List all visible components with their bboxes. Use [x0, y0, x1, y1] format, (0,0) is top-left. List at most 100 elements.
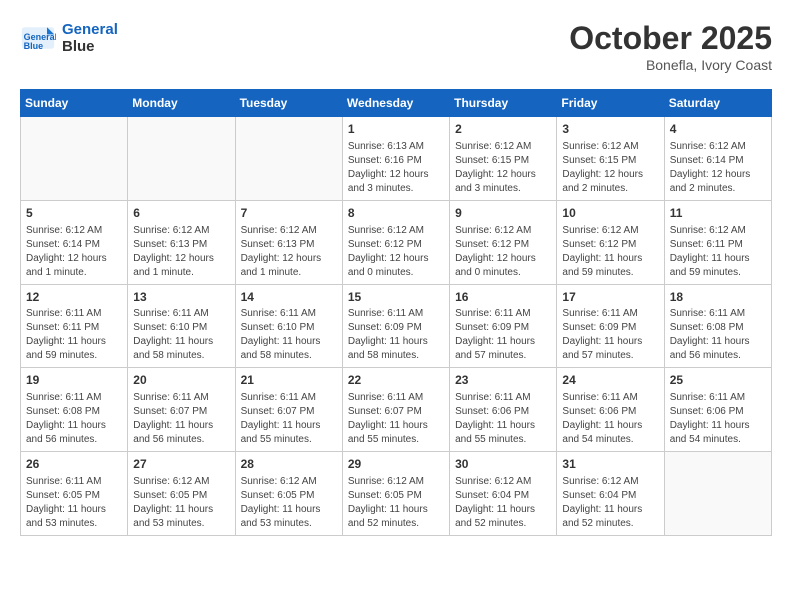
calendar-week-row: 26Sunrise: 6:11 AM Sunset: 6:05 PM Dayli… [21, 452, 772, 536]
day-info: Sunrise: 6:12 AM Sunset: 6:04 PM Dayligh… [455, 475, 551, 531]
weekday-header-tuesday: Tuesday [235, 90, 342, 117]
day-info: Sunrise: 6:11 AM Sunset: 6:07 PM Dayligh… [348, 391, 444, 447]
weekday-header-wednesday: Wednesday [342, 90, 449, 117]
calendar-day-cell: 16Sunrise: 6:11 AM Sunset: 6:09 PM Dayli… [450, 284, 557, 368]
day-info: Sunrise: 6:12 AM Sunset: 6:12 PM Dayligh… [562, 224, 658, 280]
calendar-day-cell: 26Sunrise: 6:11 AM Sunset: 6:05 PM Dayli… [21, 452, 128, 536]
day-number: 1 [348, 121, 444, 138]
calendar-day-cell: 8 Sunrise: 6:12 AM Sunset: 6:12 PM Daylig… [342, 200, 449, 284]
calendar-day-cell: 30Sunrise: 6:12 AM Sunset: 6:04 PM Dayli… [450, 452, 557, 536]
calendar-day-cell: 18Sunrise: 6:11 AM Sunset: 6:08 PM Dayli… [664, 284, 771, 368]
calendar-day-cell: 2 Sunrise: 6:12 AM Sunset: 6:15 PM Daylig… [450, 117, 557, 201]
calendar-day-cell [235, 117, 342, 201]
day-number: 5 [26, 205, 122, 222]
day-number: 22 [348, 372, 444, 389]
day-number: 9 [455, 205, 551, 222]
day-info: Sunrise: 6:12 AM Sunset: 6:12 PM Dayligh… [348, 224, 444, 280]
calendar-day-cell: 21 Sunrise: 6:11 AM Sunset: 6:07 PM Dayli… [235, 368, 342, 452]
day-number: 4 [670, 121, 766, 138]
calendar-week-row: 1 Sunrise: 6:13 AM Sunset: 6:16 PM Daylig… [21, 117, 772, 201]
calendar-day-cell: 10 Sunrise: 6:12 AM Sunset: 6:12 PM Dayli… [557, 200, 664, 284]
calendar-day-cell: 28Sunrise: 6:12 AM Sunset: 6:05 PM Dayli… [235, 452, 342, 536]
calendar-day-cell [21, 117, 128, 201]
weekday-header-saturday: Saturday [664, 90, 771, 117]
day-number: 10 [562, 205, 658, 222]
calendar-table: SundayMondayTuesdayWednesdayThursdayFrid… [20, 89, 772, 536]
day-info: Sunrise: 6:11 AM Sunset: 6:06 PM Dayligh… [670, 391, 766, 447]
calendar-day-cell: 29 Sunrise: 6:12 AM Sunset: 6:05 PM Dayli… [342, 452, 449, 536]
calendar-week-row: 5 Sunrise: 6:12 AM Sunset: 6:14 PM Daylig… [21, 200, 772, 284]
day-info: Sunrise: 6:12 AM Sunset: 6:12 PM Dayligh… [455, 224, 551, 280]
day-number: 19 [26, 372, 122, 389]
calendar-day-cell: 23 Sunrise: 6:11 AM Sunset: 6:06 PM Dayli… [450, 368, 557, 452]
day-number: 8 [348, 205, 444, 222]
day-info: Sunrise: 6:12 AM Sunset: 6:11 PM Dayligh… [670, 224, 766, 280]
day-info: Sunrise: 6:11 AM Sunset: 6:07 PM Dayligh… [241, 391, 337, 447]
day-info: Sunrise: 6:11 AM Sunset: 6:07 PM Dayligh… [133, 391, 229, 447]
title-block: October 2025 Bonefla, Ivory Coast [569, 20, 772, 73]
logo: General Blue GeneralBlue [20, 20, 118, 56]
day-info: Sunrise: 6:11 AM Sunset: 6:06 PM Dayligh… [562, 391, 658, 447]
day-info: Sunrise: 6:12 AM Sunset: 6:15 PM Dayligh… [562, 140, 658, 196]
calendar-day-cell: 9 Sunrise: 6:12 AM Sunset: 6:12 PM Daylig… [450, 200, 557, 284]
day-number: 7 [241, 205, 337, 222]
day-number: 23 [455, 372, 551, 389]
calendar-day-cell: 1 Sunrise: 6:13 AM Sunset: 6:16 PM Daylig… [342, 117, 449, 201]
day-number: 17 [562, 289, 658, 306]
day-info: Sunrise: 6:12 AM Sunset: 6:13 PM Dayligh… [241, 224, 337, 280]
day-number: 14 [241, 289, 337, 306]
day-info: Sunrise: 6:13 AM Sunset: 6:16 PM Dayligh… [348, 140, 444, 196]
day-info: Sunrise: 6:12 AM Sunset: 6:14 PM Dayligh… [670, 140, 766, 196]
day-info: Sunrise: 6:11 AM Sunset: 6:09 PM Dayligh… [348, 307, 444, 363]
calendar-day-cell: 12Sunrise: 6:11 AM Sunset: 6:11 PM Dayli… [21, 284, 128, 368]
calendar-day-cell: 6Sunrise: 6:12 AM Sunset: 6:13 PM Daylig… [128, 200, 235, 284]
day-number: 2 [455, 121, 551, 138]
calendar-title: October 2025 [569, 20, 772, 57]
day-info: Sunrise: 6:11 AM Sunset: 6:08 PM Dayligh… [670, 307, 766, 363]
weekday-header-sunday: Sunday [21, 90, 128, 117]
day-info: Sunrise: 6:12 AM Sunset: 6:14 PM Dayligh… [26, 224, 122, 280]
day-number: 18 [670, 289, 766, 306]
day-info: Sunrise: 6:11 AM Sunset: 6:10 PM Dayligh… [241, 307, 337, 363]
logo-icon: General Blue [20, 20, 56, 56]
day-number: 29 [348, 456, 444, 473]
calendar-week-row: 19 Sunrise: 6:11 AM Sunset: 6:08 PM Dayli… [21, 368, 772, 452]
day-info: Sunrise: 6:12 AM Sunset: 6:04 PM Dayligh… [562, 475, 658, 531]
day-number: 25 [670, 372, 766, 389]
calendar-day-cell [128, 117, 235, 201]
calendar-day-cell: 3 Sunrise: 6:12 AM Sunset: 6:15 PM Daylig… [557, 117, 664, 201]
day-info: Sunrise: 6:12 AM Sunset: 6:15 PM Dayligh… [455, 140, 551, 196]
day-info: Sunrise: 6:12 AM Sunset: 6:05 PM Dayligh… [348, 475, 444, 531]
day-number: 20 [133, 372, 229, 389]
day-info: Sunrise: 6:11 AM Sunset: 6:08 PM Dayligh… [26, 391, 122, 447]
calendar-day-cell: 31Sunrise: 6:12 AM Sunset: 6:04 PM Dayli… [557, 452, 664, 536]
day-number: 24 [562, 372, 658, 389]
calendar-day-cell: 5 Sunrise: 6:12 AM Sunset: 6:14 PM Daylig… [21, 200, 128, 284]
calendar-day-cell: 11 Sunrise: 6:12 AM Sunset: 6:11 PM Dayli… [664, 200, 771, 284]
calendar-day-cell: 17Sunrise: 6:11 AM Sunset: 6:09 PM Dayli… [557, 284, 664, 368]
day-number: 3 [562, 121, 658, 138]
calendar-day-cell: 14Sunrise: 6:11 AM Sunset: 6:10 PM Dayli… [235, 284, 342, 368]
day-info: Sunrise: 6:11 AM Sunset: 6:06 PM Dayligh… [455, 391, 551, 447]
day-info: Sunrise: 6:11 AM Sunset: 6:09 PM Dayligh… [455, 307, 551, 363]
calendar-day-cell: 15Sunrise: 6:11 AM Sunset: 6:09 PM Dayli… [342, 284, 449, 368]
weekday-header-thursday: Thursday [450, 90, 557, 117]
svg-text:Blue: Blue [24, 41, 44, 51]
day-info: Sunrise: 6:12 AM Sunset: 6:05 PM Dayligh… [241, 475, 337, 531]
day-number: 6 [133, 205, 229, 222]
calendar-day-cell: 24 Sunrise: 6:11 AM Sunset: 6:06 PM Dayli… [557, 368, 664, 452]
calendar-day-cell: 27Sunrise: 6:12 AM Sunset: 6:05 PM Dayli… [128, 452, 235, 536]
day-number: 11 [670, 205, 766, 222]
day-number: 15 [348, 289, 444, 306]
calendar-day-cell: 19 Sunrise: 6:11 AM Sunset: 6:08 PM Dayli… [21, 368, 128, 452]
calendar-day-cell: 4 Sunrise: 6:12 AM Sunset: 6:14 PM Daylig… [664, 117, 771, 201]
day-info: Sunrise: 6:11 AM Sunset: 6:05 PM Dayligh… [26, 475, 122, 531]
day-info: Sunrise: 6:11 AM Sunset: 6:10 PM Dayligh… [133, 307, 229, 363]
calendar-day-cell: 22 Sunrise: 6:11 AM Sunset: 6:07 PM Dayli… [342, 368, 449, 452]
weekday-header-friday: Friday [557, 90, 664, 117]
day-number: 21 [241, 372, 337, 389]
page-header: General Blue GeneralBlue October 2025 Bo… [20, 20, 772, 73]
day-number: 16 [455, 289, 551, 306]
calendar-day-cell [664, 452, 771, 536]
calendar-day-cell: 20 Sunrise: 6:11 AM Sunset: 6:07 PM Dayli… [128, 368, 235, 452]
